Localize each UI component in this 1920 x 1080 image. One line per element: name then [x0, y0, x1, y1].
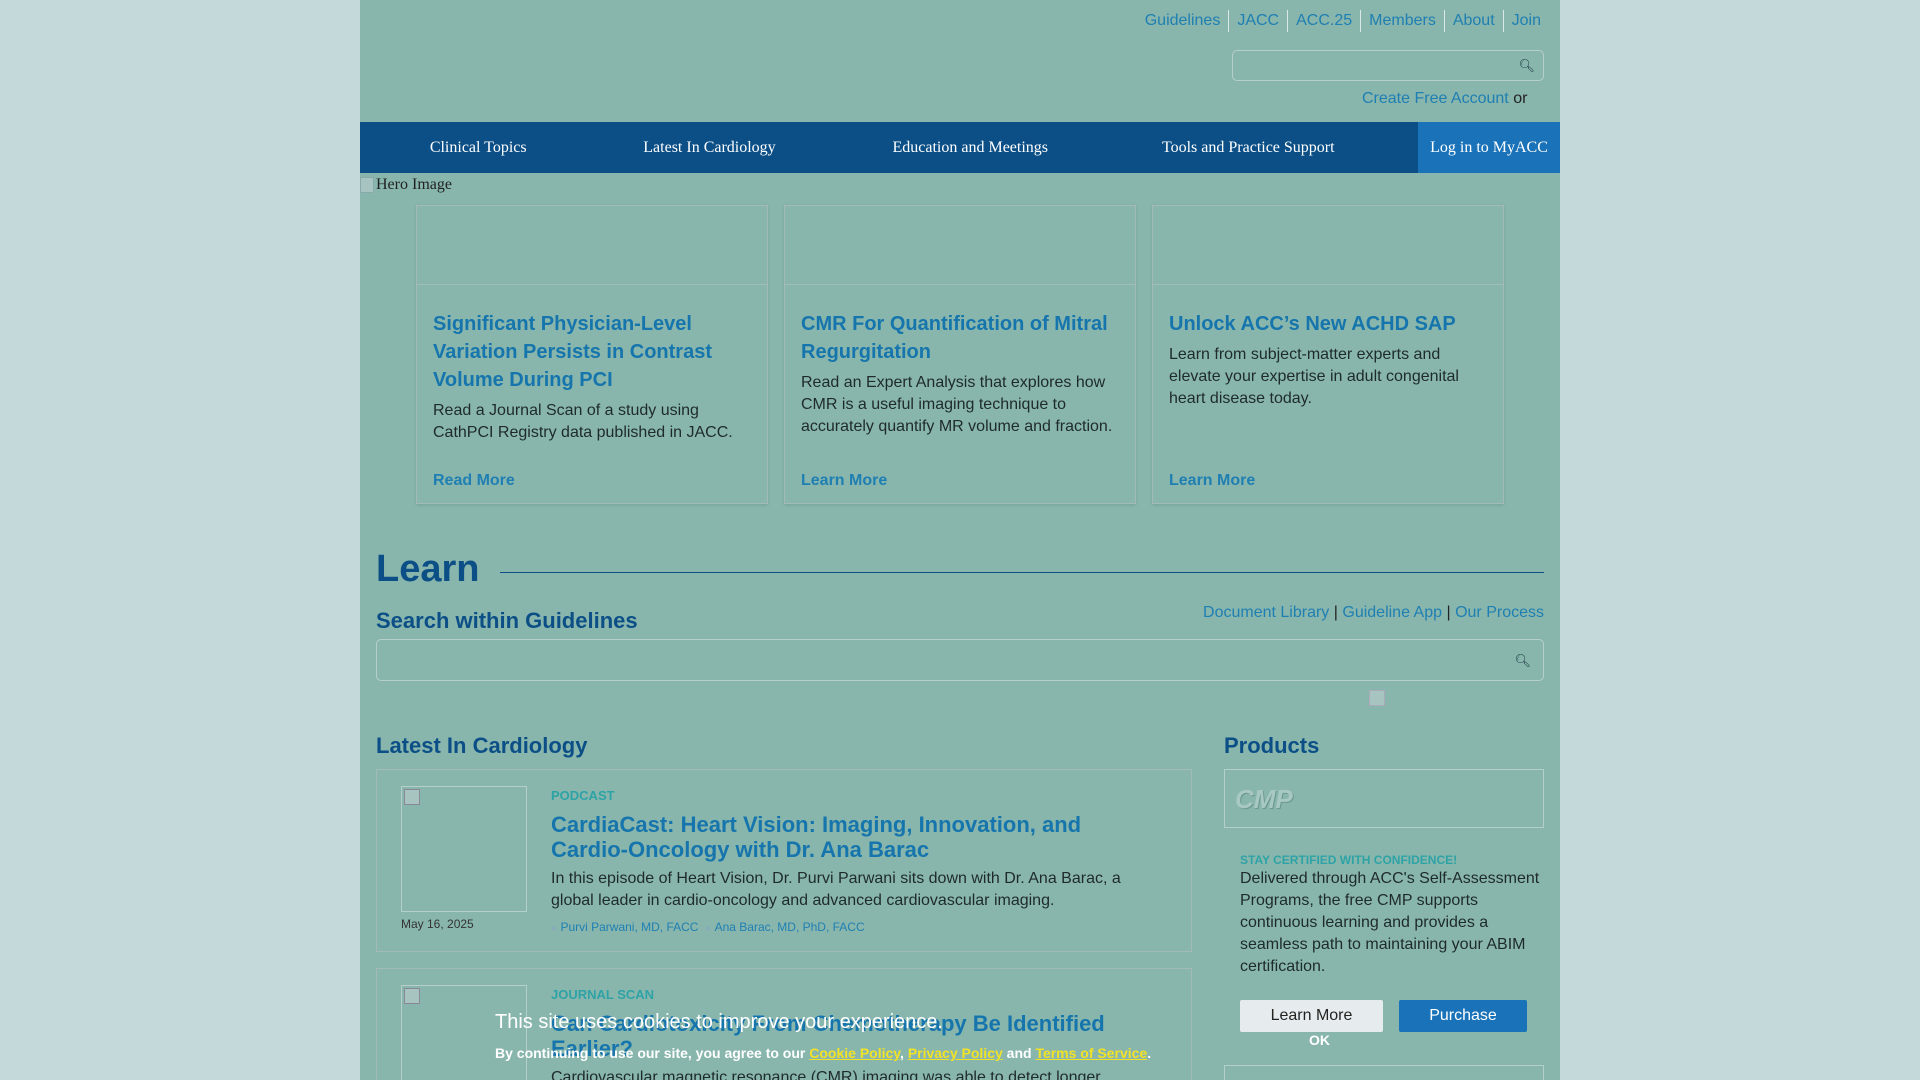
- link-acc25[interactable]: ACC.25: [1287, 10, 1360, 32]
- user-icon: ●: [551, 923, 557, 933]
- search-icon[interactable]: 🔍︎: [1514, 653, 1531, 669]
- cookie-and-text: and: [1006, 1045, 1032, 1061]
- account-prompt: Create Free Account or: [1362, 90, 1527, 108]
- broken-image-icon: [1369, 690, 1385, 706]
- guideline-app-link[interactable]: Guideline App: [1342, 604, 1442, 621]
- article-date: May 16, 2025: [401, 917, 474, 931]
- nav-tools-practice-support[interactable]: Tools and Practice Support: [1079, 139, 1419, 157]
- utility-nav: Guidelines JACC ACC.25 Members About Joi…: [1137, 10, 1549, 32]
- card-image: [785, 206, 1135, 285]
- divider: [500, 572, 1544, 573]
- broken-image-icon: [404, 789, 420, 805]
- card-title[interactable]: Significant Physician-Level Variation Pe…: [433, 310, 751, 394]
- product-description: Delivered through ACC's Self-Assessment …: [1240, 870, 1540, 975]
- create-account-link[interactable]: Create Free Account: [1362, 90, 1509, 107]
- author-link[interactable]: Purvi Parwani, MD, FACC: [560, 920, 698, 934]
- privacy-policy-link[interactable]: Privacy Policy: [908, 1045, 1003, 1061]
- article-description: Cardiovascular magnetic resonance (CMR) …: [551, 1069, 1101, 1080]
- card-description: Read an Expert Analysis that explores ho…: [801, 374, 1113, 435]
- hero-image: Hero Image: [360, 176, 452, 194]
- card-learn-more-link[interactable]: Learn More: [1169, 472, 1255, 490]
- cookie-message: This site uses cookies to improve your e…: [495, 1011, 943, 1033]
- article-description: In this episode of Heart Vision, Dr. Pur…: [551, 870, 1121, 909]
- search-icon[interactable]: 🔍︎: [1518, 58, 1535, 74]
- card-image: [417, 206, 767, 285]
- card-title[interactable]: CMR For Quantification of Mitral Regurgi…: [801, 310, 1119, 366]
- card-title[interactable]: Unlock ACC’s New ACHD SAP: [1169, 310, 1487, 338]
- link-join[interactable]: Join: [1502, 10, 1549, 32]
- card-description: Read a Journal Scan of a study using Cat…: [433, 402, 733, 441]
- page: Guidelines JACC ACC.25 Members About Joi…: [360, 0, 1560, 1080]
- login-button[interactable]: Log in to MyACC: [1418, 122, 1560, 173]
- cmp-logo[interactable]: CMP: [1224, 769, 1544, 828]
- separator: |: [1446, 604, 1451, 621]
- learn-more-button[interactable]: Learn More: [1240, 1000, 1383, 1032]
- cookie-ok-button[interactable]: OK: [1309, 1032, 1330, 1048]
- guideline-links: Document Library | Guideline App | Our P…: [1203, 604, 1544, 622]
- feature-card[interactable]: Significant Physician-Level Variation Pe…: [416, 205, 768, 504]
- or-text: or: [1513, 90, 1528, 107]
- article-category: JOURNAL SCAN: [551, 987, 655, 1002]
- latest-heading: Latest In Cardiology: [376, 733, 588, 758]
- nav-education-meetings[interactable]: Education and Meetings: [862, 139, 1079, 157]
- author-link[interactable]: Ana Barac, MD, PhD, FACC: [715, 920, 865, 934]
- cookie-legal-text: By continuing to use our site, you agree…: [495, 1045, 1152, 1061]
- nav-clinical-topics[interactable]: Clinical Topics: [399, 139, 556, 157]
- product-kicker: STAY CERTIFIED WITH CONFIDENCE!: [1240, 853, 1458, 867]
- purchase-button[interactable]: Purchase: [1399, 1000, 1527, 1032]
- nav-latest-in-cardiology[interactable]: Latest In Cardiology: [557, 139, 862, 157]
- product-card[interactable]: [1224, 1065, 1544, 1080]
- main-nav: Clinical Topics Latest In Cardiology Edu…: [360, 122, 1560, 173]
- site-search-input[interactable]: 🔍︎: [1232, 50, 1544, 81]
- broken-image-icon: [360, 177, 374, 193]
- link-guidelines[interactable]: Guidelines: [1137, 10, 1229, 32]
- broken-image-icon: [404, 988, 420, 1004]
- guidelines-search-heading: Search within Guidelines: [376, 608, 638, 633]
- learn-heading: Learn: [376, 548, 480, 590]
- link-jacc[interactable]: JACC: [1228, 10, 1287, 32]
- article-category: PODCAST: [551, 788, 615, 803]
- document-library-link[interactable]: Document Library: [1203, 604, 1329, 621]
- article-card[interactable]: May 16, 2025 PODCAST CardiaCast: Heart V…: [376, 769, 1192, 952]
- card-read-more-link[interactable]: Read More: [433, 472, 515, 490]
- card-description: Learn from subject-matter experts and el…: [1169, 346, 1459, 407]
- separator: |: [1333, 604, 1338, 621]
- card-image: [1153, 206, 1503, 285]
- card-learn-more-link[interactable]: Learn More: [801, 472, 887, 490]
- hero-alt-text: Hero Image: [376, 176, 452, 193]
- feature-card[interactable]: Unlock ACC’s New ACHD SAP Learn from sub…: [1152, 205, 1504, 504]
- link-members[interactable]: Members: [1360, 10, 1444, 32]
- cmp-logo-text: CMP: [1235, 784, 1293, 814]
- products-heading: Products: [1224, 733, 1320, 758]
- user-icon: ●: [705, 923, 711, 933]
- article-title[interactable]: CardiaCast: Heart Vision: Imaging, Innov…: [551, 812, 1151, 862]
- cookie-legal-prefix: By continuing to use our site, you agree…: [495, 1045, 806, 1061]
- article-thumbnail: [401, 786, 527, 912]
- terms-of-service-link[interactable]: Terms of Service: [1035, 1045, 1147, 1061]
- link-about[interactable]: About: [1443, 10, 1503, 32]
- article-authors: ● Purvi Parwani, MD, FACC ● Ana Barac, MD,…: [551, 920, 865, 934]
- feature-card[interactable]: CMR For Quantification of Mitral Regurgi…: [784, 205, 1136, 504]
- cookie-policy-link[interactable]: Cookie Policy: [809, 1045, 900, 1061]
- our-process-link[interactable]: Our Process: [1455, 604, 1544, 621]
- guidelines-search-input[interactable]: 🔍︎: [376, 639, 1544, 681]
